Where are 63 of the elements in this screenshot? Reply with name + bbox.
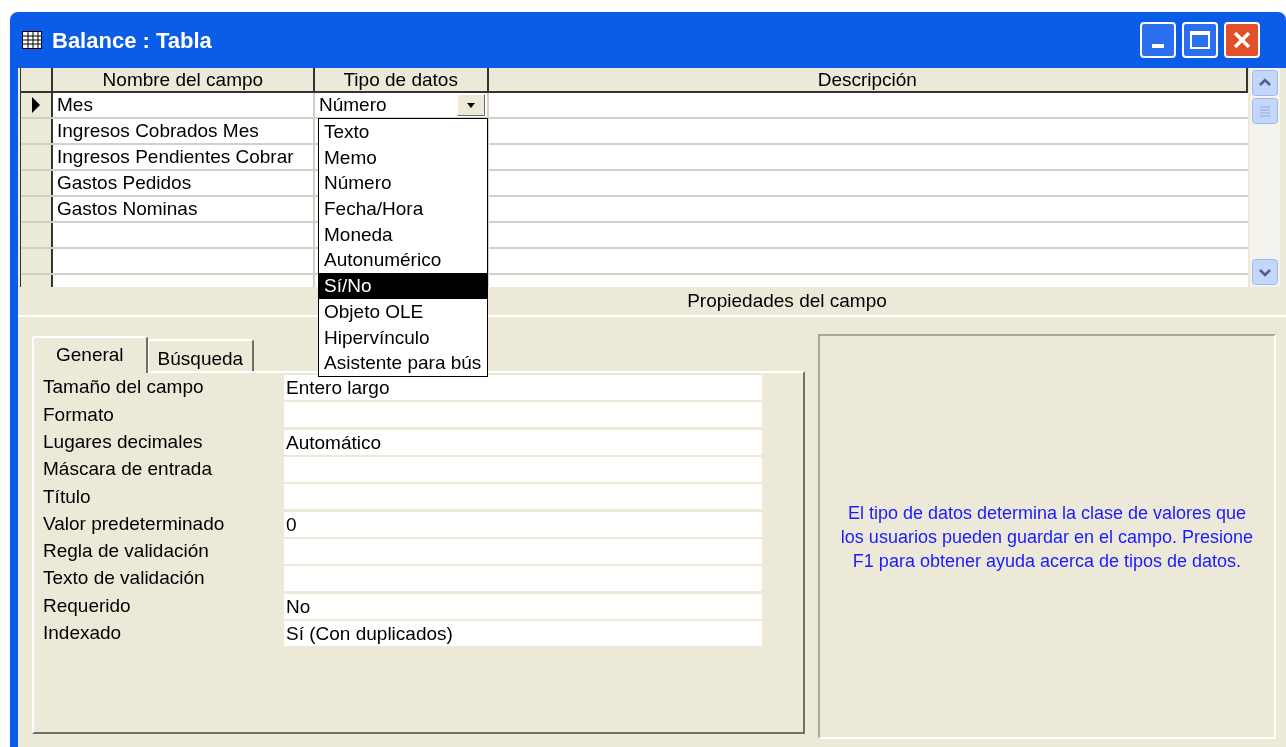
property-label: Texto de validación [43, 566, 206, 591]
dropdown-button[interactable] [457, 94, 485, 116]
tab[interactable]: General [32, 336, 148, 373]
property-field[interactable]: 0 [284, 511, 762, 537]
row-selector[interactable] [21, 223, 53, 247]
dropdown-option[interactable]: Autonumérico [319, 247, 487, 274]
maximize-button[interactable] [1182, 22, 1218, 58]
property-label: Lugares decimales [43, 430, 204, 454]
scroll-thumb-icon[interactable] [1252, 98, 1278, 124]
column-header: Tipo de datos [314, 68, 489, 91]
scroll-up-icon[interactable] [1252, 70, 1278, 96]
caret-icon [467, 102, 475, 108]
property-label: Título [43, 484, 92, 509]
dropdown-option[interactable]: Moneda [319, 221, 487, 248]
row-selector[interactable] [21, 171, 53, 195]
data-type-field[interactable]: Número [315, 93, 457, 117]
minimize-button[interactable] [1140, 22, 1176, 58]
property-field[interactable]: Entero largo [284, 375, 762, 401]
property-label: Indexado [43, 621, 123, 646]
scroll-down-icon[interactable] [1252, 259, 1278, 285]
property-field[interactable] [284, 457, 762, 483]
property-field[interactable]: Automático [284, 429, 762, 455]
row-selector[interactable] [21, 93, 53, 117]
dropdown-option[interactable]: Texto [319, 119, 487, 145]
field-name-cell: Gastos Nominas [53, 197, 315, 221]
property-field[interactable] [284, 402, 762, 428]
field-name-cell: Gastos Pedidos [53, 171, 315, 195]
property-label: Tamaño del campo [43, 375, 205, 400]
close-icon [1232, 30, 1252, 50]
field-name-cell: Ingresos Cobrados Mes [53, 119, 315, 143]
column-header: Descripción [488, 68, 1248, 91]
dropdown-option[interactable]: Objeto OLE [319, 298, 487, 325]
dropdown-option[interactable]: Memo [319, 144, 487, 171]
window-title: Balance : Tabla [52, 26, 212, 55]
property-field[interactable]: No [284, 593, 762, 619]
properties-heading: Propiedades del campo [687, 288, 887, 313]
table-icon [22, 31, 42, 49]
dropdown-option[interactable]: Hipervínculo [319, 324, 487, 351]
dropdown-option[interactable]: Asistente para bús [319, 350, 487, 376]
dropdown-option[interactable]: Fecha/Hora [319, 196, 487, 222]
row-selector[interactable] [21, 249, 53, 273]
row-selector[interactable] [21, 119, 53, 143]
property-field[interactable] [284, 484, 762, 510]
property-label: Máscara de entrada [43, 457, 213, 482]
dropdown-option[interactable]: Sí/No [319, 273, 487, 299]
current-row-icon [31, 97, 41, 113]
row-selector[interactable] [21, 197, 53, 221]
close-button[interactable] [1224, 22, 1260, 58]
property-label: Valor predeterminado [43, 511, 226, 536]
help-text: El tipo de datos determina la clase de valores que los usuarios pueden guardar en el campo. Presione F1 para obtener ayuda acerca de tipos de datos. [839, 501, 1255, 573]
tab[interactable]: Búsqueda [147, 339, 255, 371]
scrollbar[interactable] [1250, 68, 1280, 287]
property-label: Requerido [43, 593, 132, 618]
field-name-cell: Ingresos Pendientes Cobrar [53, 145, 315, 169]
column-header: Nombre del campo [52, 68, 315, 91]
property-label: Regla de validación [43, 539, 210, 564]
property-field[interactable] [284, 566, 762, 592]
field-name-cell: Mes [53, 93, 315, 117]
property-label: Formato [43, 402, 115, 427]
dropdown-option[interactable]: Número [319, 170, 487, 197]
row-selector[interactable] [21, 145, 53, 169]
property-field[interactable]: Sí (Con duplicados) [284, 620, 762, 646]
property-field[interactable] [284, 538, 762, 564]
